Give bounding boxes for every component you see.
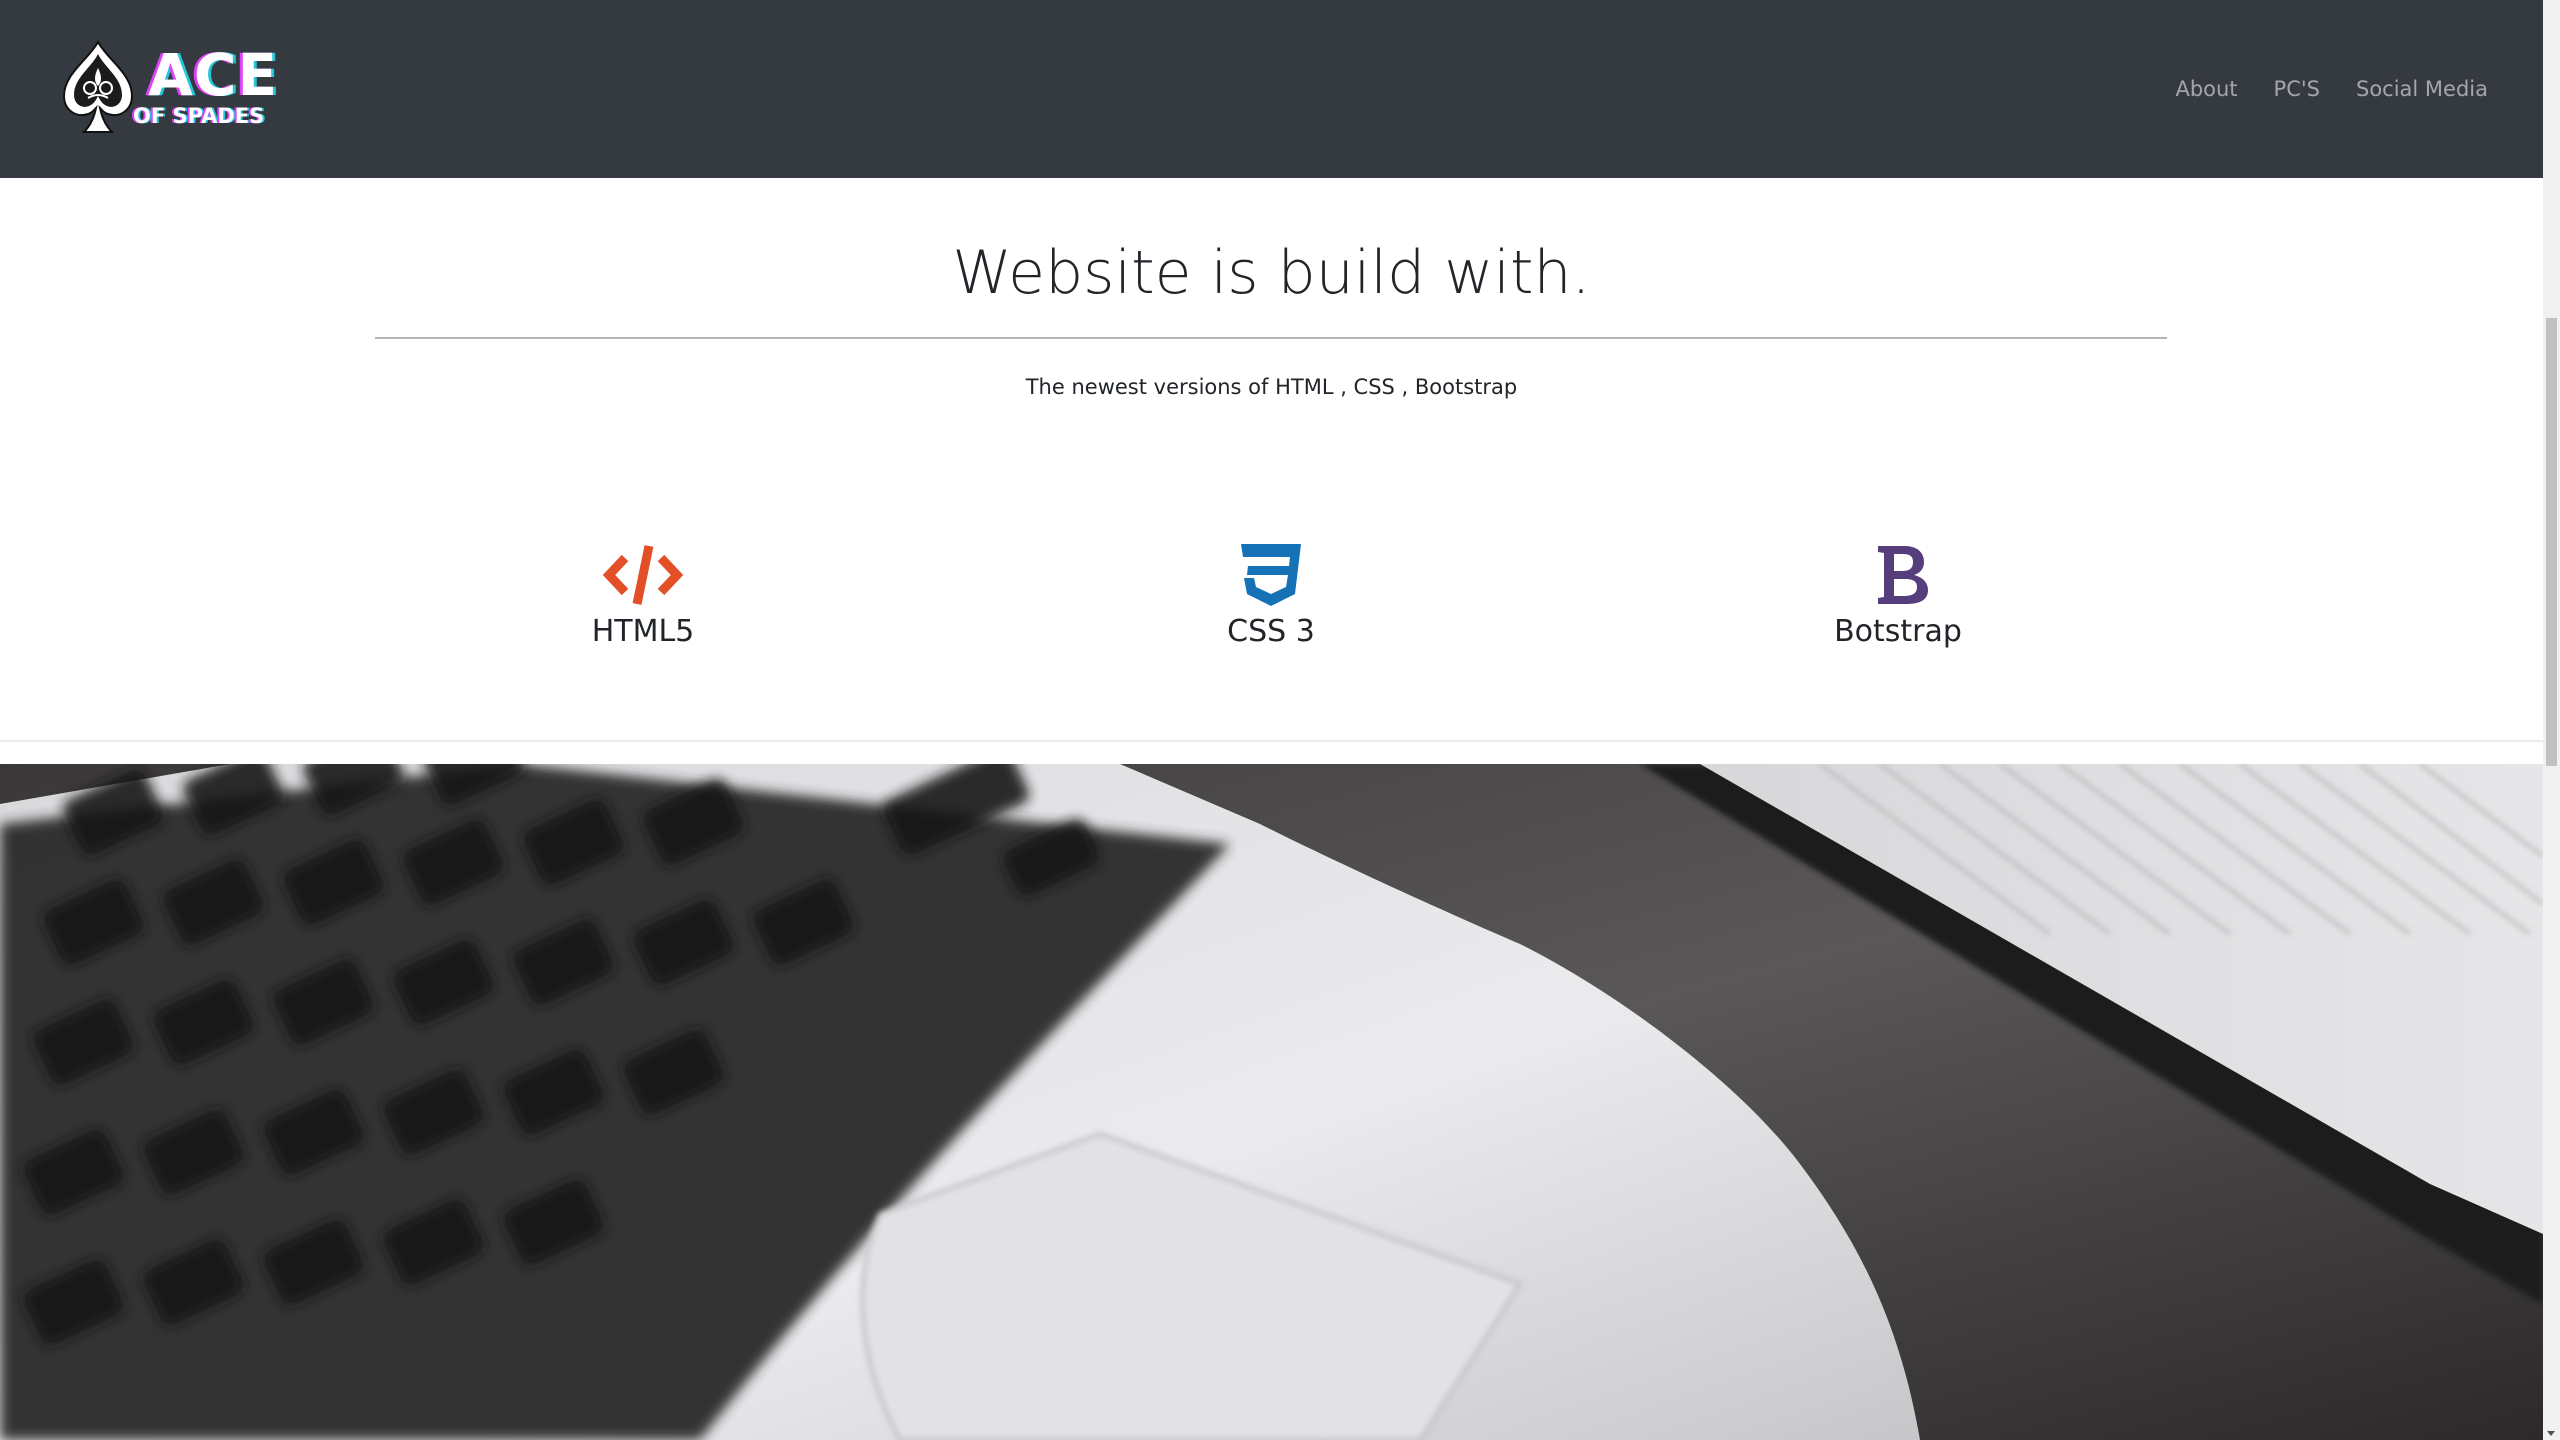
css3-icon [1241, 544, 1301, 606]
top-navbar: ACE OF SPADES About PC'S Social Media [0, 0, 2543, 178]
brand-subtitle: OF SPADES [133, 104, 265, 128]
section-title: Website is build with. [952, 238, 1591, 308]
scrollbar-thumb[interactable] [2546, 318, 2557, 766]
tech-label-bootstrap: Botstrap [1834, 614, 1962, 649]
brand-logo-link[interactable]: ACE OF SPADES [58, 38, 288, 138]
nav-link-pcs[interactable]: PC'S [2256, 72, 2338, 106]
tech-label-html5: HTML5 [591, 614, 695, 649]
page-scrollbar[interactable] [2543, 0, 2560, 1440]
tech-label-css3: CSS 3 [1227, 614, 1315, 649]
spade-icon [62, 39, 134, 133]
laptop-keyboard-photo [0, 764, 2543, 1440]
hero-laptop-image [0, 764, 2543, 1440]
scroll-down-arrow-icon[interactable] [2547, 1431, 2555, 1436]
nav-link-social-media[interactable]: Social Media [2338, 72, 2488, 106]
build-with-section: Website is build with. The newest versio… [0, 178, 2543, 742]
tech-item-css3: CSS 3 [1071, 544, 1471, 652]
nav-links: About PC'S Social Media [2157, 72, 2488, 106]
section-subtitle: The newest versions of HTML , CSS , Boot… [1025, 375, 1518, 399]
tech-item-html5: HTML5 [443, 544, 843, 652]
section-divider [375, 337, 2167, 339]
tech-item-bootstrap: Botstrap [1698, 544, 2098, 652]
nav-link-about[interactable]: About [2157, 72, 2255, 106]
html5-code-icon [603, 545, 683, 605]
page: ACE OF SPADES About PC'S Social Media We… [0, 0, 2560, 1440]
bootstrap-icon [1878, 546, 1928, 604]
brand-title: ACE [148, 41, 279, 109]
